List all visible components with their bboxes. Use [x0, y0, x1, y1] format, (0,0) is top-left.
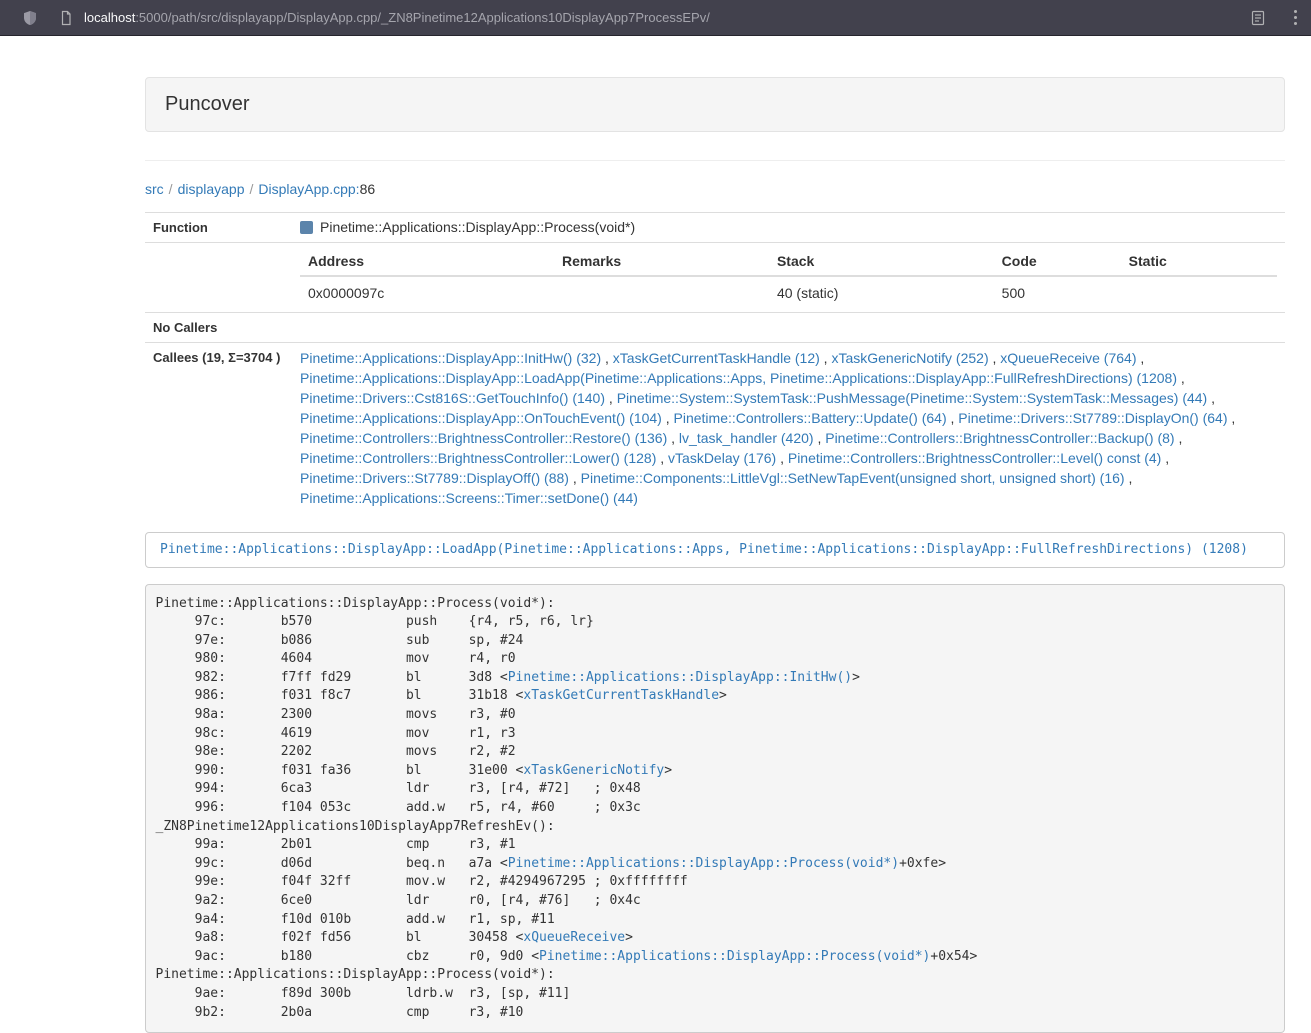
callee-link[interactable]: Pinetime::Applications::Screens::Timer::…: [300, 490, 638, 506]
callee-link[interactable]: Pinetime::Applications::DisplayApp::OnTo…: [300, 410, 662, 426]
callees-label: Callees (19, Σ=3704 ): [145, 343, 292, 514]
page-content: Puncover src/displayapp/DisplayApp.cpp:8…: [145, 36, 1285, 1033]
stats-row: Address Remarks Stack Code Static 0x0000…: [145, 243, 1285, 313]
disassembly-code: Pinetime::Applications::DisplayApp::Proc…: [156, 596, 978, 1020]
app-header: Puncover: [145, 77, 1285, 132]
function-cell: Pinetime::Applications::DisplayApp::Proc…: [292, 213, 1285, 243]
function-name: Pinetime::Applications::DisplayApp::Proc…: [320, 219, 635, 235]
reader-view-icon[interactable]: [1250, 10, 1266, 26]
function-table: Function Pinetime::Applications::Display…: [145, 212, 1285, 513]
breadcrumb-link-file[interactable]: DisplayApp.cpp:: [258, 181, 359, 197]
callees-list: Pinetime::Applications::DisplayApp::Init…: [300, 348, 1277, 508]
stats-header-address: Address: [300, 248, 554, 276]
address-bar[interactable]: localhost:5000/path/src/displayapp/Displ…: [84, 10, 710, 25]
callee-link[interactable]: xQueueReceive (764): [1000, 350, 1136, 366]
stats-cell: Address Remarks Stack Code Static 0x0000…: [292, 243, 1285, 313]
stats-header-stack: Stack: [769, 248, 994, 276]
stats-header-remarks: Remarks: [554, 248, 769, 276]
callee-link[interactable]: Pinetime::Components::LittleVgl::SetNewT…: [581, 470, 1125, 486]
callee-link[interactable]: Pinetime::Controllers::BrightnessControl…: [300, 430, 667, 446]
breadcrumb-separator: /: [250, 181, 254, 197]
code-symbol-link[interactable]: Pinetime::Applications::DisplayApp::Init…: [508, 670, 852, 685]
breadcrumb: src/displayapp/DisplayApp.cpp:86: [145, 179, 1285, 199]
callees-cell: Pinetime::Applications::DisplayApp::Init…: [292, 343, 1285, 514]
callee-link[interactable]: Pinetime::Applications::DisplayApp::Init…: [300, 350, 601, 366]
stats-value-stack: 40 (static): [769, 276, 994, 307]
browser-chrome: localhost:5000/path/src/displayapp/Displ…: [0, 0, 1311, 36]
url-path: :5000/path/src/displayapp/DisplayApp.cpp…: [135, 10, 710, 25]
highlighted-symbol-box: Pinetime::Applications::DisplayApp::Load…: [145, 532, 1285, 568]
callee-link[interactable]: Pinetime::Controllers::BrightnessControl…: [788, 450, 1161, 466]
code-symbol-link[interactable]: xTaskGetCurrentTaskHandle: [523, 688, 719, 703]
function-row-label: Function: [145, 213, 292, 243]
symbol-type-icon: [300, 221, 313, 234]
callee-link[interactable]: vTaskDelay (176): [668, 450, 776, 466]
tracking-shield-icon[interactable]: [22, 10, 38, 26]
callee-link[interactable]: Pinetime::Controllers::Battery::Update()…: [674, 410, 947, 426]
callee-link[interactable]: xTaskGenericNotify (252): [831, 350, 988, 366]
stats-table: Address Remarks Stack Code Static 0x0000…: [300, 248, 1277, 307]
function-row: Function Pinetime::Applications::Display…: [145, 213, 1285, 243]
stats-value-remarks: [554, 276, 769, 307]
no-callers-cell: [292, 313, 1285, 343]
page-identity-icon[interactable]: [58, 10, 74, 26]
stats-values-row: 0x0000097c 40 (static) 500: [300, 276, 1277, 307]
no-callers-label: No Callers: [145, 313, 292, 343]
callee-link[interactable]: Pinetime::Drivers::St7789::DisplayOff() …: [300, 470, 569, 486]
stats-value-code: 500: [994, 276, 1121, 307]
code-symbol-link[interactable]: xQueueReceive: [523, 930, 625, 945]
breadcrumb-line-number: 86: [360, 181, 376, 197]
callee-link[interactable]: Pinetime::Controllers::BrightnessControl…: [300, 450, 656, 466]
stats-value-static: [1121, 276, 1277, 307]
highlighted-symbol-link[interactable]: Pinetime::Applications::DisplayApp::Load…: [160, 542, 1248, 557]
code-symbol-link[interactable]: xTaskGenericNotify: [523, 763, 664, 778]
callee-link[interactable]: Pinetime::Controllers::BrightnessControl…: [825, 430, 1174, 446]
code-symbol-link[interactable]: Pinetime::Applications::DisplayApp::Proc…: [508, 856, 899, 871]
overflow-menu-icon[interactable]: [1294, 10, 1297, 25]
breadcrumb-separator: /: [169, 181, 173, 197]
url-host: localhost: [84, 10, 135, 25]
callee-link[interactable]: Pinetime::Drivers::St7789::DisplayOn() (…: [958, 410, 1227, 426]
page-title: Puncover: [165, 93, 250, 115]
no-callers-row: No Callers: [145, 313, 1285, 343]
breadcrumb-link-displayapp[interactable]: displayapp: [178, 181, 245, 197]
code-symbol-link[interactable]: Pinetime::Applications::DisplayApp::Proc…: [539, 949, 930, 964]
empty-row-label: [145, 243, 292, 313]
divider: [145, 160, 1285, 161]
callee-link[interactable]: xTaskGetCurrentTaskHandle (12): [613, 350, 820, 366]
callee-link[interactable]: lv_task_handler (420): [679, 430, 814, 446]
callee-link[interactable]: Pinetime::Applications::DisplayApp::Load…: [300, 370, 1177, 386]
callee-link[interactable]: Pinetime::System::SystemTask::PushMessag…: [617, 390, 1208, 406]
callees-row: Callees (19, Σ=3704 ) Pinetime::Applicat…: [145, 343, 1285, 514]
callee-link[interactable]: Pinetime::Drivers::Cst816S::GetTouchInfo…: [300, 390, 605, 406]
disassembly-block: Pinetime::Applications::DisplayApp::Proc…: [145, 584, 1285, 1033]
breadcrumb-link-src[interactable]: src: [145, 181, 164, 197]
stats-value-address: 0x0000097c: [300, 276, 554, 307]
stats-header-static: Static: [1121, 248, 1277, 276]
stats-header-code: Code: [994, 248, 1121, 276]
